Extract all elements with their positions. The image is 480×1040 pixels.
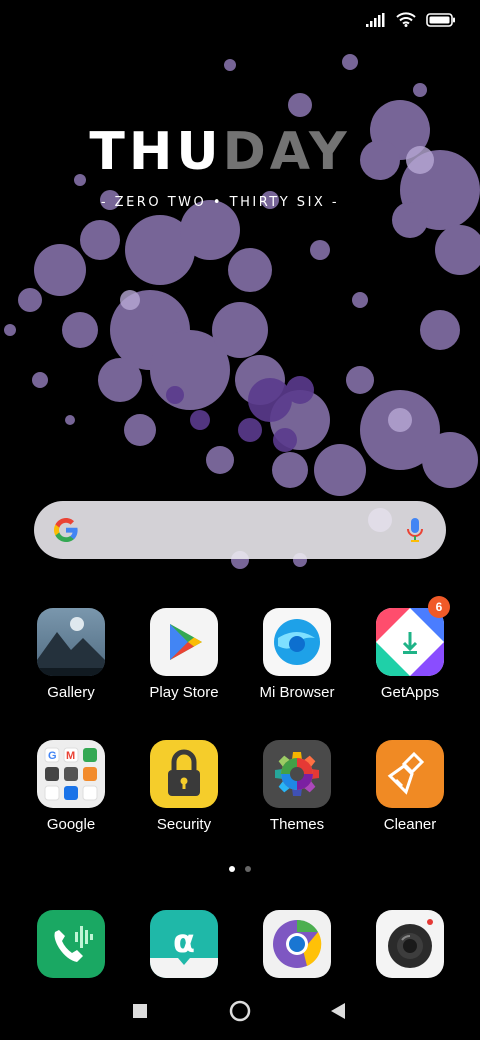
app-label: Security <box>156 816 212 833</box>
dock-chrome[interactable] <box>241 910 353 978</box>
play-store-icon <box>150 608 218 676</box>
security-icon <box>150 740 218 808</box>
svg-text:M: M <box>66 750 75 762</box>
app-label: GetApps <box>380 684 440 701</box>
dock-phone[interactable] <box>15 910 127 978</box>
page-dot-active[interactable] <box>229 866 235 872</box>
back-button[interactable] <box>331 1003 345 1019</box>
app-getapps[interactable]: 6 GetApps <box>354 596 466 701</box>
mi-browser-icon <box>263 608 331 676</box>
app-play-store[interactable]: Play Store <box>128 608 240 701</box>
google-logo-icon <box>54 518 78 542</box>
dock-quick-apps[interactable]: α <box>128 910 240 978</box>
app-cleaner[interactable]: Cleaner <box>354 740 466 833</box>
page-dot[interactable] <box>245 866 251 872</box>
svg-text:G: G <box>48 750 57 762</box>
app-label: Mi Browser <box>259 684 335 701</box>
themes-icon <box>263 740 331 808</box>
app-security[interactable]: Security <box>128 740 240 833</box>
app-themes[interactable]: Themes <box>241 740 353 833</box>
app-gallery[interactable]: Gallery <box>15 608 127 701</box>
app-label: Google <box>46 816 96 833</box>
clock-day-widget[interactable]: THUDAY <box>0 122 440 182</box>
page-indicator <box>0 866 480 872</box>
svg-text:α: α <box>173 922 195 960</box>
google-folder-icon: G M <box>37 740 105 808</box>
camera-icon <box>376 910 444 978</box>
day-text: THU <box>89 122 223 182</box>
wifi-icon <box>396 12 416 27</box>
app-label: Themes <box>269 816 325 833</box>
chrome-icon <box>263 910 331 978</box>
dock-camera[interactable] <box>354 910 466 978</box>
recents-button[interactable] <box>133 1004 147 1018</box>
app-label: Play Store <box>149 684 219 701</box>
app-label: Gallery <box>47 684 95 701</box>
google-search-bar[interactable] <box>34 501 446 559</box>
app-label: Cleaner <box>383 816 437 833</box>
app-google-folder[interactable]: G M Google <box>15 740 127 833</box>
getapps-icon <box>376 608 444 676</box>
day-text-faded: DAY <box>222 122 351 182</box>
phone-icon <box>37 910 105 978</box>
status-bar <box>366 12 456 27</box>
battery-icon <box>426 12 455 27</box>
gallery-icon <box>37 608 105 676</box>
navigation-bar <box>133 1000 345 1022</box>
home-button[interactable] <box>229 1000 251 1022</box>
notification-badge: 6 <box>428 596 450 618</box>
signal-icon <box>366 12 385 27</box>
mic-icon[interactable] <box>406 517 424 543</box>
cleaner-icon <box>376 740 444 808</box>
app-mi-browser[interactable]: Mi Browser <box>241 608 353 701</box>
quick-apps-icon: α <box>150 910 218 978</box>
clock-time-text: - ZERO TWO • THIRTY SIX - <box>100 195 340 210</box>
